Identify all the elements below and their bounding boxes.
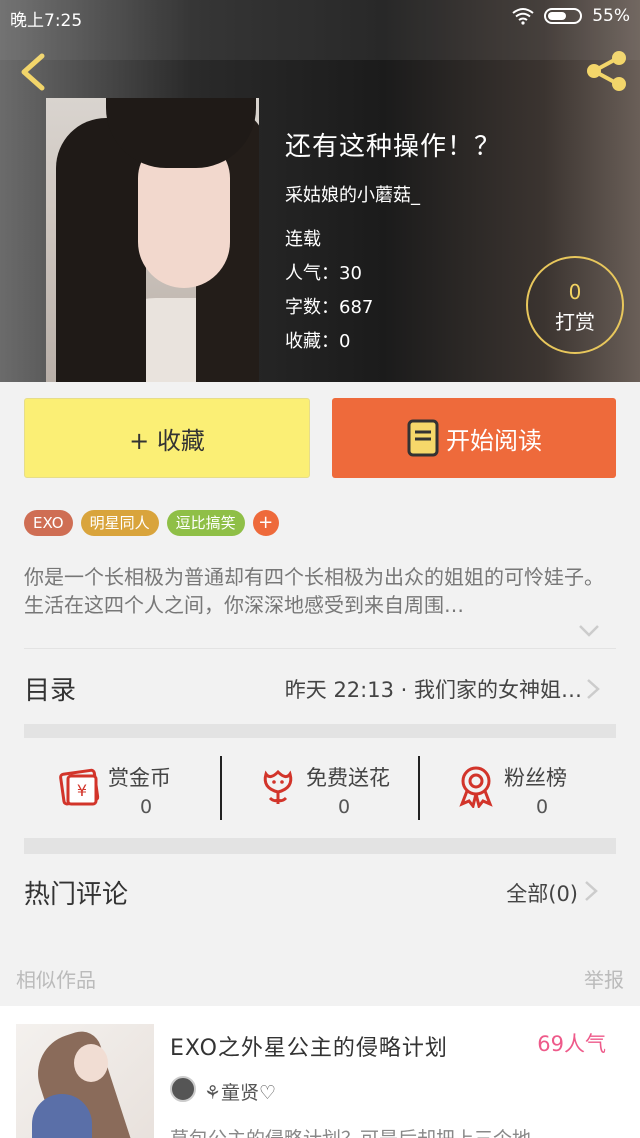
hot-comments-row[interactable]: 热门评论 全部(0)	[24, 858, 616, 928]
similar-work-title: EXO之外星公主的侵略计划	[170, 1036, 448, 1061]
section-separator	[24, 838, 616, 854]
back-arrow-icon[interactable]	[14, 50, 54, 94]
book-status: 连载	[285, 229, 321, 250]
stat-flowers[interactable]: 免费送花 0	[222, 740, 419, 836]
status-right: 55%	[512, 6, 630, 26]
chevron-right-icon	[587, 679, 600, 699]
book-title: 还有这种操作！？	[285, 132, 502, 162]
stat-coins-label: 赏金币	[108, 766, 171, 790]
action-buttons: + 收藏 开始阅读	[24, 398, 616, 478]
similar-work-thumbnail	[16, 1024, 154, 1138]
start-reading-button[interactable]: 开始阅读	[332, 398, 616, 478]
flower-icon	[263, 769, 293, 804]
stat-flowers-value: 0	[338, 796, 351, 818]
similar-work-card[interactable]: EXO之外星公主的侵略计划 69人气 ⚘童贤♡ 草包公主的侵略计划？可是后却把上…	[0, 1006, 640, 1138]
tag-exo[interactable]: EXO	[24, 510, 73, 536]
toc-label: 目录	[24, 676, 77, 706]
status-bar: 晚上7:25 55%	[0, 0, 640, 34]
battery-level: 55%	[592, 6, 630, 26]
avatar	[170, 1076, 196, 1102]
toc-latest-chapter: 昨天 22:13 · 我们家的女神姐…	[284, 678, 582, 702]
share-icon[interactable]	[584, 48, 630, 94]
book-icon	[407, 419, 439, 457]
stat-flowers-label: 免费送花	[306, 766, 390, 790]
stat-fans-label: 粉丝榜	[504, 766, 567, 790]
divider	[24, 648, 616, 649]
section-separator	[24, 724, 616, 738]
reward-label: 打赏	[555, 310, 595, 334]
book-favorites: 收藏：0	[285, 331, 351, 352]
book-word-count: 字数：687	[285, 297, 374, 318]
reward-count: 0	[568, 280, 582, 304]
add-tag-button[interactable]: +	[252, 510, 279, 536]
similar-work-popularity: 69人气	[537, 1032, 606, 1056]
hot-comments-label: 热门评论	[24, 880, 129, 910]
book-popularity: 人气：30	[285, 263, 362, 284]
chevron-down-icon[interactable]	[578, 624, 600, 638]
collect-button[interactable]: + 收藏	[24, 398, 310, 478]
book-description[interactable]: 你是一个长相极为普通却有四个长相极为出众的姐姐的可怜娃子。生活在这四个人之间，你…	[24, 563, 614, 619]
book-header: 晚上7:25 55% 还有这种操作！？ 采姑娘的小蘑菇_ 连载 人气：30 字数…	[0, 0, 640, 382]
stat-coins[interactable]: ¥ 赏金币 0	[24, 740, 221, 836]
medal-icon	[459, 766, 493, 808]
book-cover[interactable]	[46, 98, 259, 382]
table-of-contents-row[interactable]: 目录 昨天 22:13 · 我们家的女神姐…	[24, 656, 616, 722]
reward-button[interactable]: 0 打赏	[526, 256, 624, 354]
similar-works-header: 相似作品 举报	[0, 948, 640, 1006]
tag-list: EXO 明星同人 逗比搞笑 +	[24, 510, 279, 536]
battery-icon	[544, 8, 583, 24]
tag-celebrity-fanfic[interactable]: 明星同人	[80, 510, 159, 536]
red-envelope-icon: ¥	[59, 768, 100, 806]
wifi-icon	[512, 8, 534, 25]
all-comments-link[interactable]: 全部(0)	[506, 878, 578, 908]
book-meta: 连载 人气：30 字数：687 收藏：0	[285, 223, 501, 359]
stats-bar: ¥ 赏金币 0 免费送花 0 粉丝榜 0	[24, 740, 616, 836]
similar-work-summary: 草包公主的侵略计划？可是后却把上三个地	[170, 1124, 531, 1138]
chevron-right-icon	[585, 881, 598, 901]
start-reading-label: 开始阅读	[446, 426, 542, 455]
report-link[interactable]: 举报	[584, 964, 624, 993]
tag-funny[interactable]: 逗比搞笑	[166, 510, 245, 536]
book-author[interactable]: 采姑娘的小蘑菇_	[285, 181, 501, 207]
stat-fans-value: 0	[536, 796, 549, 818]
similar-works-label: 相似作品	[16, 968, 96, 992]
stat-coins-value: 0	[140, 796, 153, 818]
svg-text:¥: ¥	[77, 781, 87, 800]
book-info: 还有这种操作！？ 采姑娘的小蘑菇_ 连载 人气：30 字数：687 收藏：0	[285, 126, 501, 359]
similar-work-author: ⚘童贤♡	[204, 1082, 277, 1104]
stat-fans[interactable]: 粉丝榜 0	[420, 740, 617, 836]
status-time: 晚上7:25	[10, 11, 83, 31]
